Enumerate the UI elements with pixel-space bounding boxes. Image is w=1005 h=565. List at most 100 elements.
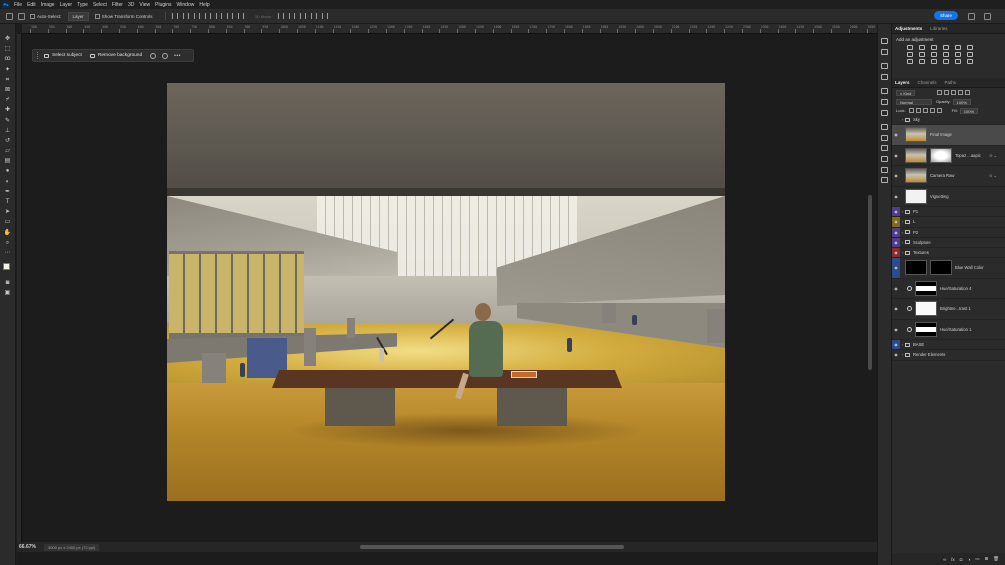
- foreground-color-swatch[interactable]: [2, 263, 10, 271]
- layer-row[interactable]: ◉ Brightne...trast 1: [892, 299, 1005, 320]
- menu-image[interactable]: Image: [41, 2, 55, 8]
- layer-thumbnail[interactable]: [905, 168, 927, 184]
- auto-select-checkbox[interactable]: [30, 13, 35, 19]
- rectangle-tool-icon[interactable]: ▭: [4, 219, 12, 225]
- color-panel-icon[interactable]: [881, 73, 888, 80]
- posterize-icon[interactable]: [919, 59, 925, 64]
- layer-row[interactable]: ◉ › P2: [892, 227, 1005, 238]
- remove-background-button[interactable]: Remove background: [89, 53, 142, 58]
- menu-layer[interactable]: Layer: [60, 2, 73, 8]
- swatches-icon[interactable]: [881, 88, 888, 95]
- new-layer-icon[interactable]: ⊞: [985, 556, 989, 562]
- dodge-tool-icon[interactable]: ◐: [4, 179, 12, 185]
- menu-plugins[interactable]: Plugins: [155, 2, 171, 8]
- threshold-icon[interactable]: [931, 59, 937, 64]
- color-balance-icon[interactable]: [919, 52, 925, 57]
- gradients-icon[interactable]: [881, 98, 888, 105]
- layer-row[interactable]: ◉ › BASE: [892, 340, 1005, 351]
- align-bottom-icon[interactable]: [226, 13, 233, 19]
- quick-mask-icon[interactable]: ◙: [4, 280, 12, 286]
- layer-mask-thumbnail[interactable]: [915, 321, 937, 337]
- transform-icon[interactable]: [150, 52, 157, 59]
- character-icon[interactable]: [881, 124, 888, 131]
- transform-controls-checkbox[interactable]: [94, 13, 100, 19]
- lock-position-icon[interactable]: [922, 108, 928, 113]
- clone-stamp-tool-icon[interactable]: ⊥: [4, 128, 12, 134]
- layer-row[interactable]: ◉ › P1: [892, 207, 1005, 218]
- 3d-roll-icon[interactable]: [288, 13, 295, 19]
- brightness-icon[interactable]: [907, 45, 913, 50]
- 3d-slide-icon[interactable]: [310, 13, 317, 19]
- horizontal-scrollbar[interactable]: [360, 545, 624, 549]
- lock-all-icon[interactable]: [936, 108, 942, 113]
- color-swatches[interactable]: [2, 262, 14, 274]
- triangle-icon[interactable]: [967, 45, 973, 50]
- select-subject-button[interactable]: Select subject: [44, 53, 82, 58]
- more-tools-icon[interactable]: ⋯: [4, 250, 12, 256]
- exposure-icon[interactable]: [943, 45, 949, 50]
- layer-row[interactable]: ◉ Camera Raw ⊙ ⌄: [892, 166, 1005, 187]
- auto-select-dropdown[interactable]: Layer: [67, 11, 89, 21]
- layer-row[interactable]: ◉ Topaz ...aapic ⊙ ⌄: [892, 146, 1005, 167]
- color-lookup-icon[interactable]: [967, 52, 973, 57]
- healing-tool-icon[interactable]: ✚: [4, 107, 12, 113]
- eyedropper-tool-icon[interactable]: ⌿: [4, 97, 12, 103]
- layer-visibility-eye-icon[interactable]: ◉: [892, 146, 900, 166]
- patterns-icon[interactable]: [881, 109, 888, 116]
- solid-color-icon[interactable]: [967, 59, 973, 64]
- paragraph-icon[interactable]: [881, 134, 888, 141]
- menu-help[interactable]: Help: [199, 2, 209, 8]
- tab-channels[interactable]: Channels: [918, 80, 937, 85]
- black-white-icon[interactable]: [931, 52, 937, 57]
- layer-row[interactable]: › Sky: [892, 115, 1005, 126]
- layer-thumbnail[interactable]: [905, 260, 927, 276]
- distribute-icon[interactable]: [237, 13, 244, 19]
- delete-layer-icon[interactable]: 🗑: [993, 556, 999, 562]
- layer-mask-thumbnail[interactable]: [915, 301, 937, 317]
- smart-filter-icon[interactable]: ⊙ ⌄: [989, 173, 997, 178]
- frame-tool-icon[interactable]: ⊠: [4, 87, 12, 93]
- crop-tool-icon[interactable]: ⌗: [4, 77, 12, 83]
- layer-row[interactable]: ◉ › L: [892, 217, 1005, 228]
- align-right-icon[interactable]: [193, 13, 200, 19]
- layer-row[interactable]: ◉ Blue Wall Color: [892, 258, 1005, 279]
- menu-window[interactable]: Window: [177, 2, 195, 8]
- align-middle-icon[interactable]: [215, 13, 222, 19]
- layer-visibility-eye-icon[interactable]: ◉: [892, 237, 900, 247]
- fill-field[interactable]: 100%: [959, 107, 979, 114]
- history-panel-icon[interactable]: [881, 38, 888, 44]
- layer-row[interactable]: ◉ Hue/Saturation 1: [892, 320, 1005, 341]
- tab-libraries[interactable]: Libraries: [930, 26, 947, 31]
- eraser-tool-icon[interactable]: ▱: [4, 148, 12, 154]
- home-icon[interactable]: [6, 12, 13, 20]
- layer-row[interactable]: ◉ › Render Elements: [892, 350, 1005, 361]
- lock-transparent-icon[interactable]: [908, 108, 914, 113]
- filter-type-icon[interactable]: [951, 90, 957, 95]
- layer-mask-thumbnail[interactable]: [915, 280, 937, 296]
- layer-mask-thumbnail[interactable]: [930, 147, 952, 163]
- gradient-map-icon[interactable]: [955, 59, 961, 64]
- layer-visibility-eye-icon[interactable]: ◉: [892, 350, 900, 359]
- layer-thumbnail[interactable]: [905, 147, 927, 163]
- info-icon[interactable]: [881, 177, 888, 184]
- filter-pixel-icon[interactable]: [937, 90, 943, 95]
- new-group-icon[interactable]: ▭: [975, 556, 979, 562]
- 3d-orbit-icon[interactable]: [277, 13, 284, 19]
- photo-filter-icon[interactable]: [943, 52, 949, 57]
- gradient-tool-icon[interactable]: ▤: [4, 158, 12, 164]
- layer-visibility-eye-icon[interactable]: ◉: [892, 217, 900, 227]
- layer-visibility-eye-icon[interactable]: ◉: [892, 279, 900, 299]
- invert-icon[interactable]: [907, 59, 913, 64]
- 3d-pan-icon[interactable]: [299, 13, 306, 19]
- layer-visibility-eye-icon[interactable]: ◉: [892, 320, 900, 340]
- drag-handle-icon[interactable]: [37, 52, 40, 59]
- adjustment-icon[interactable]: [162, 52, 169, 59]
- layer-visibility-eye-icon[interactable]: ◉: [892, 227, 900, 237]
- type-tool-icon[interactable]: T: [4, 199, 12, 205]
- actions-icon[interactable]: [881, 166, 888, 173]
- glyphs-icon[interactable]: [881, 145, 888, 152]
- hand-tool-icon[interactable]: ✋: [4, 230, 12, 236]
- magic-wand-tool-icon[interactable]: ✦: [4, 67, 12, 73]
- layer-row[interactable]: ◉ Hue/Saturation 4: [892, 279, 1005, 300]
- horizontal-ruler[interactable]: 300 350 400 450 500 550 600 650 700 750 800 850 900 9…: [22, 24, 877, 34]
